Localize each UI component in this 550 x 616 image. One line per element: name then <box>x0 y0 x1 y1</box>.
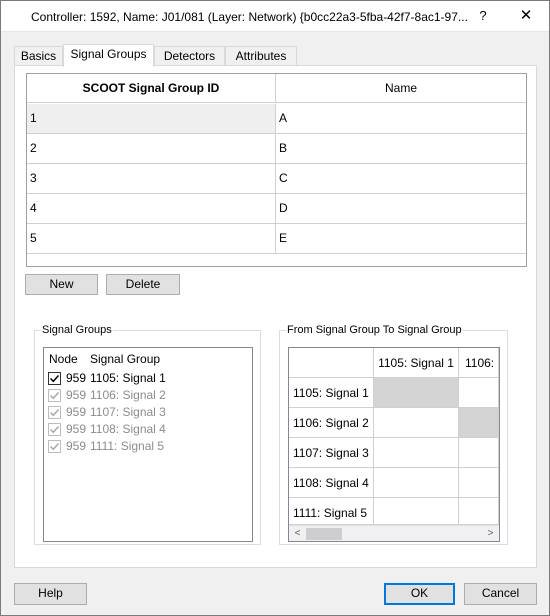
matrix-cell[interactable] <box>459 408 499 438</box>
from-to-signal-group-groupbox: From Signal Group To Signal Group 1105: … <box>279 323 508 545</box>
signal-group-name: 1105: Signal 1 <box>90 371 166 385</box>
column-header-name[interactable]: Name <box>276 74 526 103</box>
help-button[interactable]: Help <box>14 583 87 605</box>
matrix-cell[interactable] <box>459 378 499 408</box>
checkmark-icon <box>49 425 60 434</box>
checkmark-icon <box>49 408 60 417</box>
cancel-button[interactable]: Cancel <box>464 583 537 605</box>
node-column-header: Node <box>49 352 78 366</box>
signal-group-name: 1107: Signal 3 <box>90 405 166 419</box>
signal-group-column-header: Signal Group <box>90 352 161 366</box>
cell-scoot-id[interactable]: 4 <box>27 194 276 223</box>
list-item: 959 1108: Signal 4 <box>44 421 252 438</box>
list-item: 959 1107: Signal 3 <box>44 404 252 421</box>
checkmark-icon <box>49 374 60 383</box>
delete-button[interactable]: Delete <box>106 274 180 295</box>
list-item: 959 1106: Signal 2 <box>44 387 252 404</box>
matrix-corner <box>289 348 374 378</box>
cell-scoot-id[interactable]: 2 <box>27 134 276 163</box>
window-title: Controller: 1592, Name: J01/081 (Layer: … <box>31 10 468 24</box>
controller-dialog: Controller: 1592, Name: J01/081 (Layer: … <box>0 0 550 616</box>
scoot-signal-group-table: SCOOT Signal Group ID Name 1 A 2 B 3 C 4… <box>26 73 527 267</box>
tab-detectors[interactable]: Detectors <box>154 46 225 66</box>
close-icon[interactable]: ✕ <box>511 5 541 27</box>
list-item[interactable]: 959 1105: Signal 1 <box>44 370 252 387</box>
matrix-cell[interactable] <box>374 498 459 525</box>
matrix-row-header: 1111: Signal 5 <box>289 498 374 525</box>
signal-group-name: 1111: Signal 5 <box>90 439 165 453</box>
signal-group-checkbox[interactable] <box>48 372 61 385</box>
matrix-cell[interactable] <box>459 468 499 498</box>
table-row[interactable]: 2 B <box>27 134 526 164</box>
checkmark-icon <box>49 442 60 451</box>
node-value: 959 <box>66 405 87 419</box>
signal-groups-list[interactable]: Node Signal Group 959 1105: Signal 1 959… <box>43 347 253 542</box>
cell-name[interactable]: D <box>276 194 526 223</box>
matrix-cell[interactable] <box>374 378 459 408</box>
horizontal-scrollbar[interactable]: < > <box>289 525 499 541</box>
from-to-matrix: 1105: Signal 1 1106: 1105: Signal 1 1106… <box>288 347 500 542</box>
tab-signal-groups[interactable]: Signal Groups <box>63 44 154 67</box>
scroll-right-icon[interactable]: > <box>482 526 499 541</box>
cell-scoot-id[interactable]: 3 <box>27 164 276 193</box>
column-header-scoot-id[interactable]: SCOOT Signal Group ID <box>27 74 276 103</box>
signal-groups-groupbox: Signal Groups Node Signal Group 959 1105… <box>34 323 261 545</box>
matrix-row-header: 1105: Signal 1 <box>289 378 374 408</box>
tab-basics[interactable]: Basics <box>14 46 63 66</box>
cell-name[interactable]: A <box>276 104 526 133</box>
cell-scoot-id[interactable]: 5 <box>27 224 276 253</box>
title-bar: Controller: 1592, Name: J01/081 (Layer: … <box>1 1 549 32</box>
matrix-cell[interactable] <box>374 408 459 438</box>
node-value: 959 <box>66 388 87 402</box>
checkmark-icon <box>49 391 60 400</box>
scroll-thumb[interactable] <box>306 528 342 540</box>
matrix-cell[interactable] <box>374 468 459 498</box>
cell-scoot-id[interactable]: 1 <box>27 104 276 133</box>
matrix-cell[interactable] <box>459 498 499 525</box>
table-row[interactable]: 5 E <box>27 224 526 254</box>
scroll-left-icon[interactable]: < <box>289 526 306 541</box>
matrix-cell[interactable] <box>374 438 459 468</box>
cell-name[interactable]: B <box>276 134 526 163</box>
table-header: SCOOT Signal Group ID Name <box>27 74 526 103</box>
matrix-cell[interactable] <box>459 438 499 468</box>
help-icon[interactable]: ? <box>471 5 495 27</box>
matrix-column-header: 1106: <box>459 348 499 378</box>
signal-group-checkbox <box>48 406 61 419</box>
node-value: 959 <box>66 439 87 453</box>
table-row[interactable]: 1 A <box>27 104 526 134</box>
table-row[interactable]: 4 D <box>27 194 526 224</box>
from-to-title: From Signal Group To Signal Group <box>286 323 463 337</box>
matrix-row-header: 1107: Signal 3 <box>289 438 374 468</box>
ok-button[interactable]: OK <box>384 583 455 605</box>
list-item: 959 1111: Signal 5 <box>44 438 252 455</box>
signal-group-name: 1108: Signal 4 <box>90 422 166 436</box>
signal-group-checkbox <box>48 389 61 402</box>
node-value: 959 <box>66 371 87 385</box>
matrix-column-header: 1105: Signal 1 <box>374 348 459 378</box>
signal-group-name: 1106: Signal 2 <box>90 388 166 402</box>
cell-name[interactable]: E <box>276 224 526 253</box>
matrix-row-header: 1108: Signal 4 <box>289 468 374 498</box>
node-value: 959 <box>66 422 87 436</box>
cell-name[interactable]: C <box>276 164 526 193</box>
new-button[interactable]: New <box>25 274 98 295</box>
matrix-row-header: 1106: Signal 2 <box>289 408 374 438</box>
signal-group-checkbox <box>48 440 61 453</box>
signal-groups-panel: SCOOT Signal Group ID Name 1 A 2 B 3 C 4… <box>14 65 537 568</box>
signal-groups-title: Signal Groups <box>41 323 113 337</box>
signal-group-checkbox <box>48 423 61 436</box>
tab-attributes[interactable]: Attributes <box>225 46 297 66</box>
table-row[interactable]: 3 C <box>27 164 526 194</box>
